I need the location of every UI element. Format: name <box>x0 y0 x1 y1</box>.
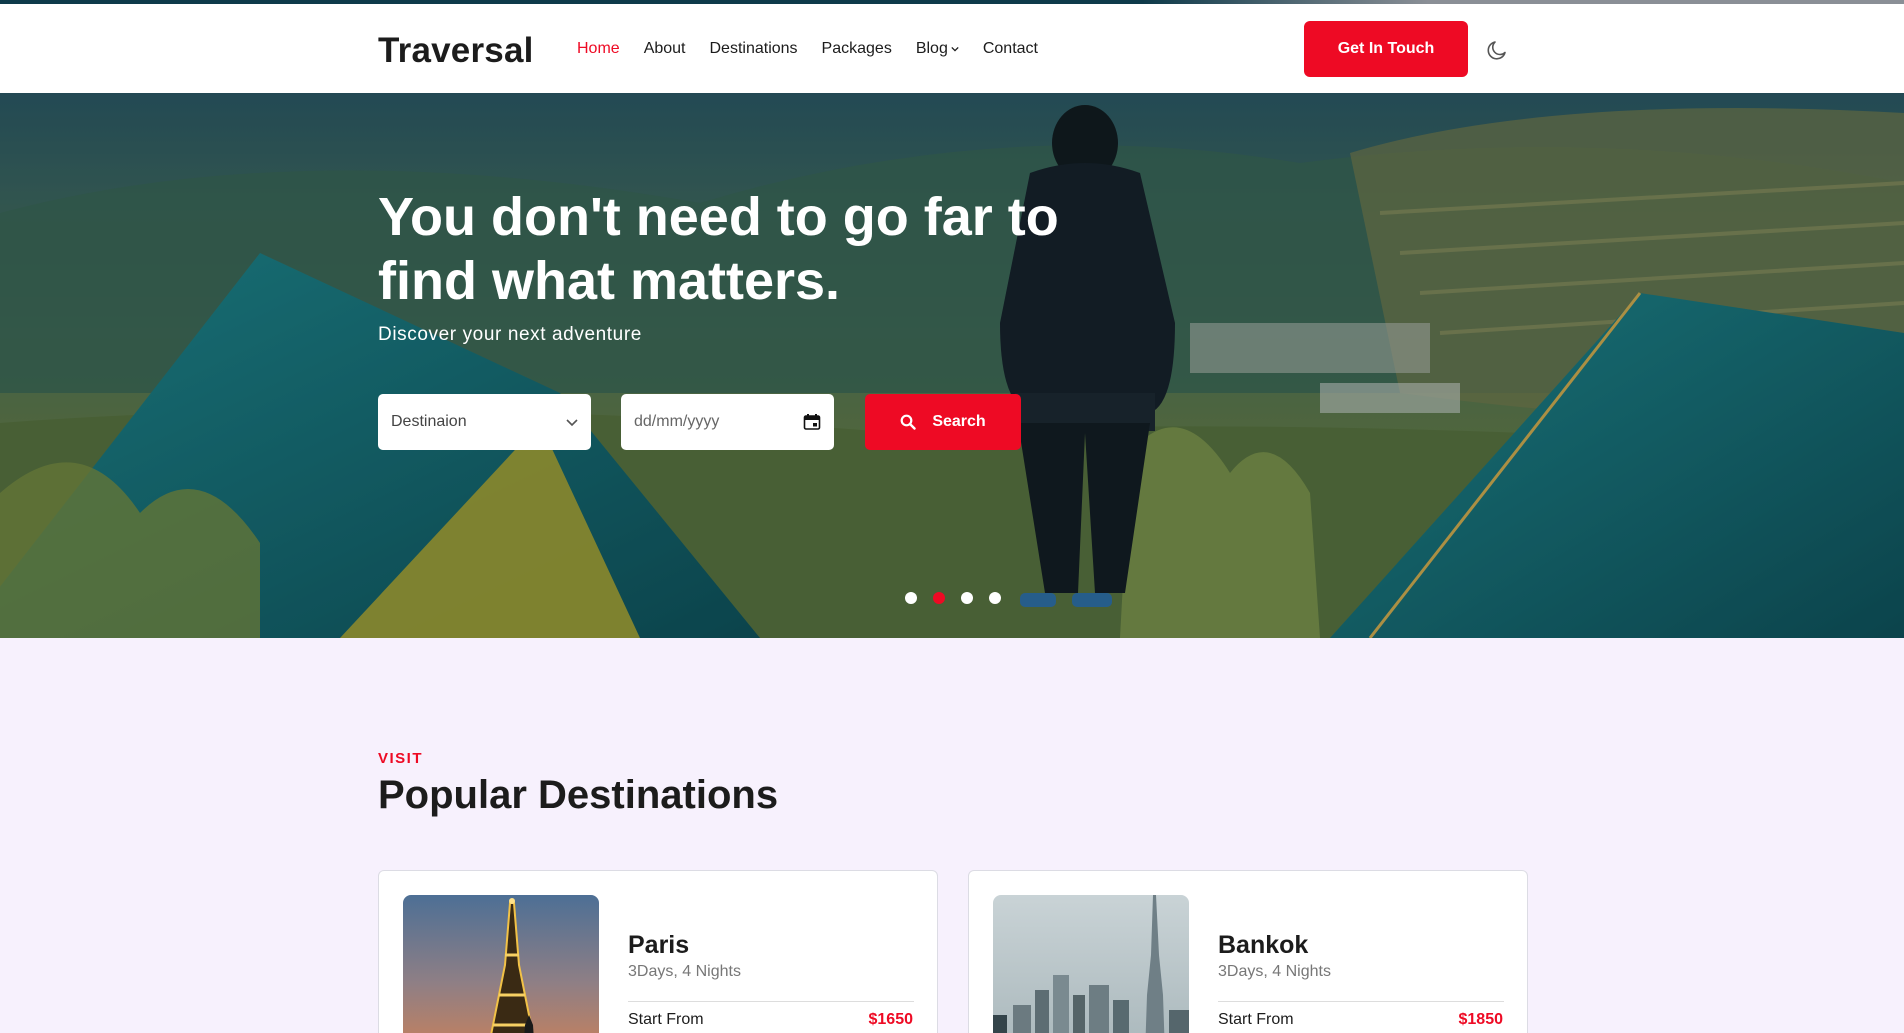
nav-contact[interactable]: Contact <box>983 40 1038 58</box>
destination-price: $1850 <box>1458 1011 1504 1028</box>
hero-banner: You don't need to go far to find what ma… <box>0 93 1904 638</box>
card-divider <box>1218 1001 1504 1002</box>
site-header: Traversal Home About Destinations Packag… <box>0 4 1904 93</box>
carousel-dot-3[interactable] <box>961 592 973 604</box>
calendar-icon[interactable] <box>803 413 821 431</box>
destination-duration: 3Days, 4 Nights <box>1218 963 1331 980</box>
carousel-dot-2[interactable] <box>933 592 945 604</box>
get-in-touch-button[interactable]: Get In Touch <box>1304 21 1468 77</box>
carousel-dots <box>905 592 1001 604</box>
nav-destinations[interactable]: Destinations <box>710 40 798 58</box>
destination-card[interactable]: Paris 3Days, 4 Nights Start From $1650 <box>378 870 938 1033</box>
search-button-label: Search <box>932 413 986 430</box>
card-divider <box>628 1001 914 1002</box>
search-button[interactable]: Search <box>865 394 1021 450</box>
nav-packages[interactable]: Packages <box>822 40 892 58</box>
destination-price: $1650 <box>868 1011 914 1028</box>
destination-select-value: Destinaion <box>391 413 467 430</box>
nav-blog[interactable]: Blog <box>916 40 959 58</box>
brand-logo[interactable]: Traversal <box>378 31 534 71</box>
destination-image-paris <box>403 895 599 1033</box>
destination-name: Bankok <box>1218 931 1309 959</box>
nav-about[interactable]: About <box>644 40 686 58</box>
search-icon <box>900 414 917 430</box>
moon-icon[interactable] <box>1485 38 1509 62</box>
date-input-placeholder: dd/mm/yyyy <box>634 413 720 430</box>
hero-title: You don't need to go far to find what ma… <box>378 187 1059 311</box>
main-nav: Home About Destinations Packages Blog Co… <box>577 40 1038 58</box>
destination-name: Paris <box>628 931 690 959</box>
destination-duration: 3Days, 4 Nights <box>628 963 741 980</box>
start-from-label: Start From <box>1218 1011 1294 1028</box>
date-input[interactable]: dd/mm/yyyy <box>621 394 834 450</box>
carousel-dot-1[interactable] <box>905 592 917 604</box>
hero-background-image <box>0 93 1904 638</box>
section-title: Popular Destinations <box>378 773 779 817</box>
hero-subtitle: Discover your next adventure <box>378 324 642 345</box>
chevron-down-icon <box>566 419 578 427</box>
section-eyebrow: VISIT <box>378 750 424 767</box>
destination-image-bankok <box>993 895 1189 1033</box>
nav-home[interactable]: Home <box>577 40 620 58</box>
destination-card[interactable]: Bankok 3Days, 4 Nights Start From $1850 <box>968 870 1528 1033</box>
chevron-down-icon <box>951 46 959 52</box>
nav-blog-label: Blog <box>915 40 948 57</box>
start-from-label: Start From <box>628 1011 704 1028</box>
destination-select[interactable]: Destinaion <box>378 394 591 450</box>
carousel-dot-4[interactable] <box>989 592 1001 604</box>
